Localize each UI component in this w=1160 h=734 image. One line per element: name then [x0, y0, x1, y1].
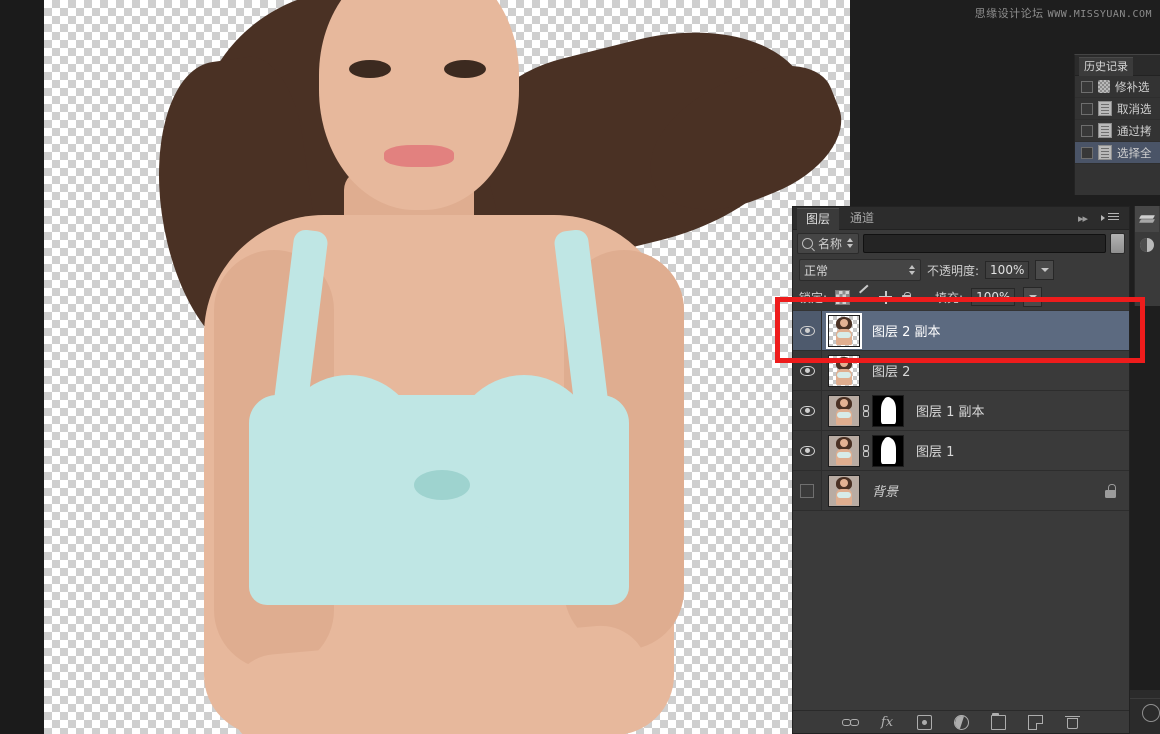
- layers-panel[interactable]: 图层 通道 ▸▸ 名称 正常 不透明度: 100% 锁定: 填充: 100% 图…: [792, 206, 1130, 734]
- right-dock-strip[interactable]: [1134, 206, 1160, 306]
- layer-panel-toolbar: fx: [793, 710, 1129, 733]
- tab-channels[interactable]: 通道: [841, 208, 883, 229]
- table-row[interactable]: 图层 1 副本: [793, 391, 1129, 431]
- tab-history[interactable]: 历史记录: [1079, 57, 1133, 76]
- lock-all-icon[interactable]: [900, 291, 913, 304]
- blend-mode-select[interactable]: 正常: [799, 259, 921, 281]
- patch-icon: [1098, 80, 1110, 93]
- table-row[interactable]: 背景: [793, 471, 1129, 511]
- tab-layers[interactable]: 图层: [797, 208, 840, 230]
- history-item-selected[interactable]: 选择全: [1075, 142, 1160, 164]
- double-chevron-right-icon[interactable]: ▸▸: [1078, 212, 1088, 225]
- history-tabbar: 历史记录: [1075, 55, 1160, 76]
- layers-dock-icon[interactable]: [1135, 206, 1159, 232]
- document-icon: [1098, 101, 1112, 116]
- panel-tabbar: 图层 通道 ▸▸: [793, 207, 1129, 230]
- layer-name[interactable]: 图层 1 副本: [916, 401, 1129, 420]
- filter-toggle-icon[interactable]: [1110, 232, 1125, 254]
- history-snapshot-checkbox[interactable]: [1081, 102, 1093, 115]
- layer-mask-thumbnail[interactable]: [872, 434, 904, 467]
- app-background-left: [0, 0, 44, 734]
- filter-search-input[interactable]: [863, 233, 1106, 253]
- eye-icon: [799, 405, 815, 416]
- fill-value[interactable]: 100%: [971, 288, 1016, 306]
- photoshop-window: 思缘设计论坛 WWW.MISSYUAN.COM 历史记录 修补选 取消选 通过拷: [0, 0, 1160, 734]
- filter-kind-select[interactable]: 名称: [797, 232, 860, 254]
- eye-icon: [799, 325, 815, 336]
- new-adjustment-layer-icon[interactable]: [953, 714, 969, 730]
- eye-icon: [799, 445, 815, 456]
- history-snapshot-checkbox[interactable]: [1081, 146, 1093, 159]
- layer-name[interactable]: 背景: [872, 481, 1104, 500]
- layer-visibility-toggle[interactable]: [793, 391, 822, 430]
- history-panel[interactable]: 历史记录 修补选 取消选 通过拷 选择全: [1074, 54, 1160, 195]
- layer-visibility-toggle[interactable]: [793, 471, 822, 510]
- layer-style-fx-icon[interactable]: fx: [880, 715, 895, 730]
- history-item-label: 取消选: [1117, 101, 1152, 116]
- search-icon: [802, 237, 813, 249]
- eye-icon: [799, 365, 815, 376]
- chevron-updown-icon: [909, 264, 916, 276]
- table-row[interactable]: 图层 1: [793, 431, 1129, 471]
- blend-mode-value: 正常: [804, 263, 829, 278]
- add-layer-mask-icon[interactable]: [916, 714, 932, 730]
- document-icon: [1098, 123, 1112, 138]
- opacity-value[interactable]: 100%: [985, 261, 1030, 279]
- history-item-label: 修补选: [1115, 79, 1150, 94]
- layer-name[interactable]: 图层 2: [872, 361, 1129, 380]
- lock-transparency-icon[interactable]: [835, 289, 851, 305]
- watermark-url: WWW.MISSYUAN.COM: [1047, 9, 1152, 20]
- layer-name[interactable]: 图层 2 副本: [872, 321, 1129, 340]
- history-item-label: 通过拷: [1117, 123, 1152, 138]
- lock-image-icon[interactable]: [858, 291, 871, 304]
- watermark-cn: 思缘设计论坛: [974, 7, 1044, 20]
- layer-visibility-toggle[interactable]: [793, 431, 822, 470]
- filter-kind-label: 名称: [818, 236, 843, 251]
- layer-thumbnail[interactable]: [828, 394, 860, 427]
- new-group-icon[interactable]: [990, 712, 1006, 730]
- document-canvas[interactable]: [44, 0, 850, 734]
- layer-visibility-toggle[interactable]: [793, 311, 822, 350]
- blend-mode-row: 正常 不透明度: 100%: [793, 256, 1129, 284]
- lock-row: 锁定: 填充: 100%: [793, 284, 1129, 310]
- lock-position-icon[interactable]: [879, 290, 893, 304]
- opacity-dropdown-icon[interactable]: [1035, 260, 1055, 280]
- layer-thumbnail[interactable]: [828, 474, 860, 507]
- layer-thumbnail[interactable]: [828, 434, 860, 467]
- mask-link-icon[interactable]: [860, 404, 872, 417]
- forum-watermark: 思缘设计论坛 WWW.MISSYUAN.COM: [975, 5, 1152, 21]
- link-layers-icon[interactable]: [841, 715, 859, 730]
- layer-thumbnail[interactable]: [828, 354, 860, 387]
- history-item[interactable]: 取消选: [1075, 98, 1160, 120]
- layer-thumbnail[interactable]: [826, 312, 862, 349]
- chevron-updown-icon: [847, 237, 854, 249]
- layer-mask-thumbnail[interactable]: [872, 394, 904, 427]
- history-snapshot-checkbox[interactable]: [1081, 124, 1093, 137]
- layer-visibility-toggle[interactable]: [793, 351, 822, 390]
- delete-layer-icon[interactable]: [1064, 715, 1080, 730]
- lock-label: 锁定:: [799, 290, 828, 305]
- history-snapshot-checkbox[interactable]: [1081, 80, 1093, 93]
- lock-icon: [1104, 483, 1117, 498]
- history-item[interactable]: 通过拷: [1075, 120, 1160, 142]
- document-icon: [1098, 145, 1112, 160]
- panel-menu-icon[interactable]: [1101, 211, 1121, 224]
- history-item[interactable]: 修补选: [1075, 76, 1160, 98]
- fill-label: 填充:: [935, 290, 964, 305]
- history-item-label: 选择全: [1117, 145, 1152, 160]
- subject-photo: [44, 0, 850, 734]
- layer-list[interactable]: 图层 2 副本 图层 2 图层 1 副本 图层 1 背景: [793, 311, 1129, 711]
- opacity-label: 不透明度:: [927, 263, 980, 278]
- table-row[interactable]: 图层 2 副本: [793, 311, 1129, 351]
- eye-off-icon: [800, 483, 814, 498]
- fill-dropdown-icon[interactable]: [1023, 287, 1043, 307]
- mask-link-icon[interactable]: [860, 444, 872, 457]
- layer-filter-row: 名称: [793, 230, 1129, 256]
- partial-panel-fragment: [1130, 690, 1160, 734]
- table-row[interactable]: 图层 2: [793, 351, 1129, 391]
- layer-name[interactable]: 图层 1: [916, 441, 1129, 460]
- adjustments-dock-icon[interactable]: [1135, 232, 1159, 258]
- history-list[interactable]: 修补选 取消选 通过拷 选择全: [1075, 76, 1160, 195]
- new-layer-icon[interactable]: [1027, 714, 1043, 730]
